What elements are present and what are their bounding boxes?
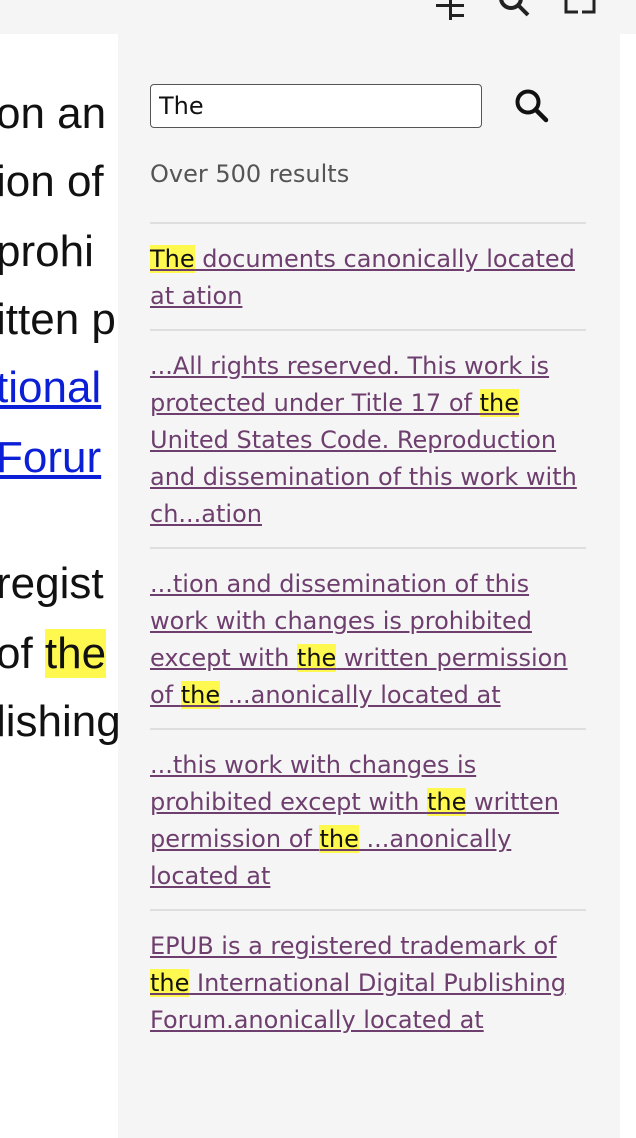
search-highlight: The: [150, 245, 195, 273]
result-text: documents canonically located at ation: [150, 245, 575, 310]
fullscreen-icon[interactable]: [562, 0, 598, 22]
search-panel: Over 500 results The documents canonical…: [118, 34, 620, 1138]
book-link[interactable]: Forur: [0, 428, 101, 488]
result-text: EPUB is a registered trademark of: [150, 932, 557, 960]
search-icon: [515, 89, 549, 123]
result-link[interactable]: ...tion and dissemination of this work w…: [150, 566, 586, 714]
result-link[interactable]: ...this work with changes is prohibited …: [150, 747, 586, 895]
search-highlight: the: [180, 681, 221, 709]
result-text: International Digital Publishing Forum.a…: [150, 969, 566, 1034]
result-item: ...All rights reserved. This work is pro…: [150, 329, 586, 547]
search-highlight: the: [296, 644, 337, 672]
book-text: of: [0, 629, 45, 678]
result-link[interactable]: ...All rights reserved. This work is pro…: [150, 348, 586, 533]
search-icon[interactable]: [496, 0, 532, 22]
search-highlight: the: [426, 788, 467, 816]
book-link[interactable]: tional: [0, 358, 101, 418]
result-link[interactable]: EPUB is a registered trademark of the In…: [150, 928, 586, 1039]
book-line: lishing: [0, 697, 121, 746]
book-line: of the: [0, 624, 107, 684]
result-item: The documents canonically located at ati…: [150, 222, 586, 329]
toc-icon[interactable]: [432, 0, 468, 22]
result-item: EPUB is a registered trademark of the In…: [150, 909, 586, 1053]
result-count: Over 500 results: [150, 160, 350, 188]
result-text: ...anonically located at: [220, 681, 501, 709]
search-results: The documents canonically located at ati…: [150, 222, 586, 1053]
result-item: ...this work with changes is prohibited …: [150, 728, 586, 909]
search-highlight: the: [319, 825, 359, 853]
result-link[interactable]: The documents canonically located at ati…: [150, 241, 586, 315]
search-highlight: the: [479, 389, 519, 417]
result-text: United States Code. Reproduction and dis…: [150, 426, 577, 528]
book-line: ion of: [0, 157, 104, 206]
search-input[interactable]: [150, 84, 482, 128]
reader-toolbar: [0, 0, 636, 34]
book-line: prohi: [0, 227, 94, 276]
search-button[interactable]: [510, 84, 554, 128]
book-line: regist: [0, 559, 104, 608]
book-line: on an: [0, 89, 107, 138]
search-highlight: the: [150, 969, 190, 997]
result-item: ...tion and dissemination of this work w…: [150, 547, 586, 728]
book-line: itten p: [0, 295, 116, 344]
book-highlight: the: [44, 629, 107, 678]
